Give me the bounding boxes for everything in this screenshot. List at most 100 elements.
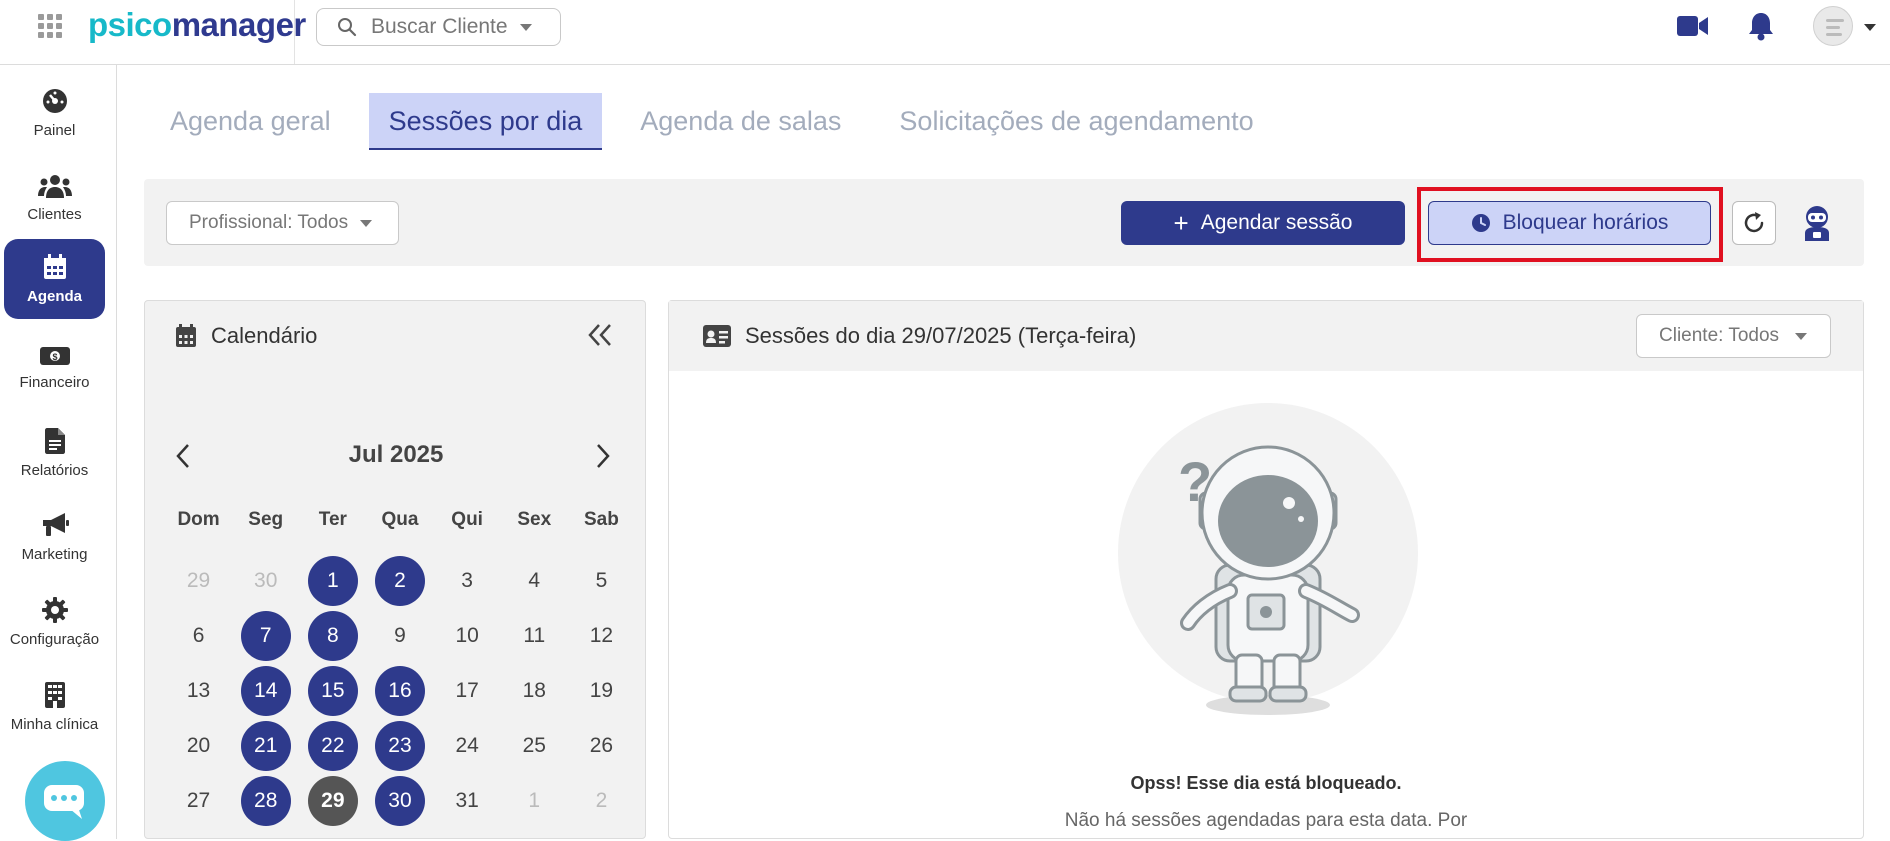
sidebar-item-label: Agenda: [26, 287, 82, 305]
calendar-day[interactable]: 25: [501, 718, 568, 773]
calendar-day-number: 6: [192, 623, 205, 647]
calendar-day-number: 12: [589, 623, 614, 647]
client-search[interactable]: Buscar Cliente: [316, 8, 561, 46]
calendar-day[interactable]: 29: [165, 553, 232, 608]
weekday-header: Dom Seg Ter Qua Qui Sex Sab: [165, 509, 635, 531]
sidebar: Painel Clientes Agenda $ Financeiro Rela…: [0, 65, 117, 839]
sidebar-item-configuracao[interactable]: Configuração: [4, 582, 105, 662]
sidebar-item-label: Painel: [33, 121, 76, 139]
calendar-day[interactable]: 1: [501, 773, 568, 828]
calendar-day[interactable]: 30: [232, 553, 299, 608]
calendar-day[interactable]: 23: [366, 718, 433, 773]
sidebar-item-financeiro[interactable]: $ Financeiro: [4, 328, 105, 408]
gear-icon: [41, 596, 68, 623]
calendar-day[interactable]: 30: [366, 773, 433, 828]
sidebar-item-relatorios[interactable]: Relatórios: [4, 413, 105, 493]
calendar-day-number: 21: [240, 720, 291, 771]
professional-filter-select[interactable]: Profissional: Todos: [166, 201, 399, 245]
calendar-day[interactable]: 28: [232, 773, 299, 828]
calendar-day-selected[interactable]: 29: [299, 773, 366, 828]
calendar-day-number: 26: [589, 733, 614, 757]
calendar-day[interactable]: 22: [299, 718, 366, 773]
month-navigation: Jul 2025: [145, 439, 647, 475]
sidebar-item-agenda[interactable]: Agenda: [4, 239, 105, 319]
calendar-day[interactable]: 4: [501, 553, 568, 608]
calendar-day-number: 11: [523, 623, 546, 647]
weekday-label: Sab: [583, 509, 619, 530]
tab-sessoes-por-dia[interactable]: Sessões por dia: [368, 93, 603, 150]
calendar-day[interactable]: 1: [299, 553, 366, 608]
calendar-day[interactable]: 19: [568, 663, 635, 718]
calendar-day[interactable]: 8: [299, 608, 366, 663]
collapse-left-icon[interactable]: [587, 323, 613, 347]
search-icon: [338, 18, 357, 37]
calendar-day[interactable]: 10: [434, 608, 501, 663]
calendar-day-number: 25: [522, 733, 546, 757]
sidebar-item-marketing[interactable]: Marketing: [4, 497, 105, 577]
calendar-day[interactable]: 11: [501, 608, 568, 663]
tab-agenda-geral[interactable]: Agenda geral: [150, 93, 351, 150]
client-filter-select[interactable]: Cliente: Todos: [1636, 314, 1831, 358]
calendar-day[interactable]: 13: [165, 663, 232, 718]
calendar-day[interactable]: 15: [299, 663, 366, 718]
calendar-day-number: 1: [307, 555, 358, 606]
calendar-day[interactable]: 2: [366, 553, 433, 608]
calendar-day[interactable]: 26: [568, 718, 635, 773]
bell-icon[interactable]: [1748, 11, 1774, 41]
tab-solicitacoes[interactable]: Solicitações de agendamento: [879, 93, 1273, 150]
chevron-right-icon[interactable]: [595, 443, 611, 469]
refresh-button[interactable]: [1732, 201, 1776, 245]
video-camera-icon[interactable]: [1677, 14, 1709, 38]
schedule-session-button[interactable]: + Agendar sessão: [1121, 201, 1405, 245]
calendar-day[interactable]: 5: [568, 553, 635, 608]
sidebar-item-clientes[interactable]: Clientes: [4, 158, 105, 238]
month-label: Jul 2025: [348, 441, 444, 468]
user-menu-chevron-icon[interactable]: [1864, 24, 1876, 31]
user-avatar[interactable]: [1813, 6, 1853, 46]
calendar-day-number: 3: [461, 568, 473, 592]
weekday-label: Sex: [517, 509, 552, 530]
weekday-label: Dom: [177, 509, 220, 530]
app-logo[interactable]: psicomanager: [88, 6, 306, 44]
calendar-day[interactable]: 6: [165, 608, 232, 663]
gauge-icon: [42, 88, 67, 113]
calendar-day[interactable]: 20: [165, 718, 232, 773]
calendar-day[interactable]: 27: [165, 773, 232, 828]
calendar-day-number: 19: [589, 678, 614, 702]
calendar-day-number: 31: [455, 788, 479, 812]
chevron-down-icon: [1795, 332, 1808, 340]
apps-grid-icon[interactable]: [38, 14, 62, 38]
chevron-down-icon: [360, 219, 373, 227]
tab-agenda-de-salas[interactable]: Agenda de salas: [620, 93, 861, 150]
calendar-day-number: 16: [374, 665, 425, 716]
file-icon: [44, 427, 65, 454]
calendar-day-number: 24: [455, 733, 479, 757]
sessions-panel: Sessões do dia 29/07/2025 (Terça-feira) …: [668, 300, 1864, 839]
calendar-day[interactable]: 31: [434, 773, 501, 828]
calendar-day[interactable]: 3: [434, 553, 501, 608]
block-hours-button[interactable]: Bloquear horários: [1428, 201, 1711, 245]
sidebar-item-label: Configuração: [9, 630, 100, 648]
calendar-day[interactable]: 12: [568, 608, 635, 663]
calendar-day[interactable]: 17: [434, 663, 501, 718]
empty-state-text: Não há sessões agendadas para esta data.…: [1064, 810, 1468, 831]
calendar-day[interactable]: 24: [434, 718, 501, 773]
weekday-label: Qui: [451, 509, 483, 530]
weekday-label: Qua: [381, 509, 419, 530]
calendar-day[interactable]: 9: [366, 608, 433, 663]
robot-assistant-icon[interactable]: [1800, 205, 1834, 241]
calendar-day[interactable]: 14: [232, 663, 299, 718]
sidebar-item-minha-clinica[interactable]: Minha clínica: [4, 667, 105, 747]
calendar-day[interactable]: 16: [366, 663, 433, 718]
sidebar-item-painel[interactable]: Painel: [4, 73, 105, 153]
client-filter-label: Cliente: Todos: [1659, 325, 1780, 346]
calendar-day-number: 8: [307, 610, 358, 661]
calendar-day-number: 13: [186, 678, 211, 702]
chat-support-button[interactable]: [25, 761, 105, 841]
toolbar: Profissional: Todos + Agendar sessão Blo…: [144, 179, 1864, 266]
calendar-day[interactable]: 21: [232, 718, 299, 773]
calendar-days-grid: 29 30 1 2 3 4 5 6 7 8 9 10 11 12 13 14 15 16 17 18 19 20 21 22 2…: [165, 553, 635, 828]
calendar-day[interactable]: 18: [501, 663, 568, 718]
calendar-day[interactable]: 2: [568, 773, 635, 828]
calendar-day[interactable]: 7: [232, 608, 299, 663]
